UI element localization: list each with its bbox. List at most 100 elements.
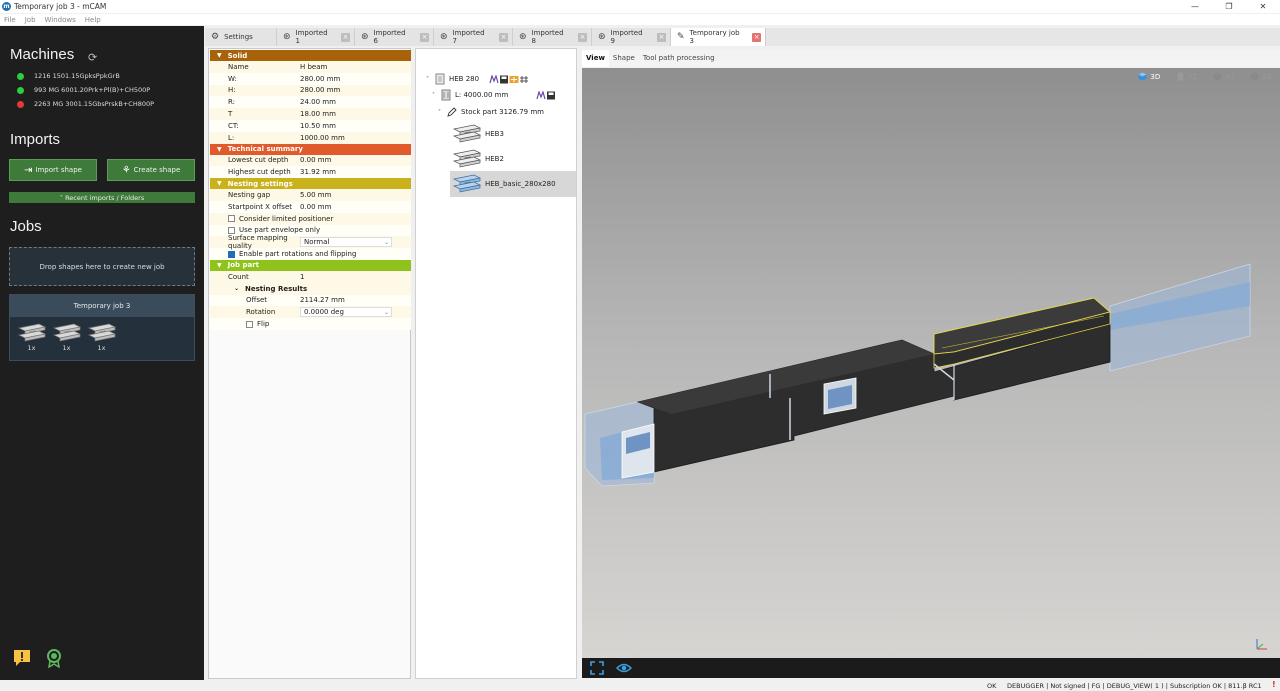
group-title: Solid	[227, 51, 248, 60]
group-nesting-settings[interactable]: ▼ Nesting settings	[210, 178, 411, 190]
recent-imports-button[interactable]: ˅ Recent imports / Folders	[9, 192, 195, 203]
refresh-icon[interactable]: ⟳	[88, 51, 97, 64]
save-icon[interactable]	[546, 91, 556, 100]
prop-key: Highest cut depth	[228, 168, 291, 177]
beam-3d-model[interactable]	[582, 68, 1280, 658]
chevron-down-icon: ˅	[432, 91, 435, 99]
toolpath-icon[interactable]	[489, 74, 499, 84]
nesting-icon[interactable]	[509, 75, 519, 84]
close-tab-icon[interactable]: ×	[578, 32, 587, 42]
eye-visibility-icon[interactable]	[616, 661, 632, 675]
prop-row: Surface mapping quality Normal ⌄	[210, 234, 411, 250]
prop-value[interactable]: 280.00 mm	[300, 86, 411, 94]
prop-key: R:	[228, 98, 236, 107]
tab-settings[interactable]: ⚙ Settings	[205, 28, 277, 46]
tab-imported-9[interactable]: ⊛ Imported 9 ×	[592, 28, 671, 46]
window-controls: — ❐ ✕	[1178, 0, 1280, 13]
create-shape-button[interactable]: ⚘ Create shape	[107, 159, 195, 181]
machine-item[interactable]: 2263 MG 3001.15GbsPrskB+CH800P	[17, 100, 154, 108]
import-shape-button[interactable]: ⇥ Import shape	[9, 159, 97, 181]
menu-help[interactable]: Help	[85, 16, 101, 24]
3d-viewport[interactable]: 3D YZ XY XZ	[582, 68, 1280, 658]
toolpath-icon[interactable]	[536, 90, 546, 100]
rotation-select[interactable]: 0.0000 deg ⌄	[300, 307, 392, 318]
prop-row: CT: 10.50 mm	[210, 119, 411, 132]
feedback-warning-icon[interactable]	[12, 648, 32, 668]
prop-value[interactable]: 10.50 mm	[300, 122, 411, 130]
group-title: Job part	[227, 261, 260, 270]
group-solid[interactable]: ▼ Solid	[210, 50, 411, 61]
tab-imported-6[interactable]: ⊛ Imported 6 ×	[355, 28, 434, 46]
h-beam-icon	[452, 124, 482, 143]
prop-value[interactable]: 24.00 mm	[300, 98, 411, 106]
machine-item[interactable]: 1216 1501.15GpksPpkGrB	[17, 72, 120, 80]
maximize-button[interactable]: ❐	[1212, 0, 1246, 13]
fit-view-icon[interactable]	[590, 661, 604, 675]
group-job-part[interactable]: ▼ Job part	[210, 259, 411, 271]
nesting-gap-field[interactable]: 5.00 mm	[300, 191, 411, 199]
limited-positioner-checkbox[interactable]: Consider limited positioner	[210, 215, 333, 223]
prop-value[interactable]: 18.00 mm	[300, 110, 411, 118]
startpoint-offset-field[interactable]: 0.00 mm	[300, 203, 411, 211]
checkbox-icon	[228, 215, 235, 223]
menu-windows[interactable]: Windows	[45, 16, 76, 24]
prop-value[interactable]: H beam	[300, 63, 411, 71]
tab-view[interactable]: View	[582, 50, 609, 67]
job-part-item[interactable]: 1x	[84, 322, 119, 352]
menu-job[interactable]: Job	[25, 16, 36, 24]
nesting-results-header[interactable]: ⌄ Nesting Results	[210, 282, 411, 295]
tab-label: Imported 1	[295, 29, 328, 45]
group-technical-summary[interactable]: ▼ Technical summary	[210, 143, 411, 155]
tab-tool-path-processing[interactable]: Tool path processing	[639, 50, 719, 67]
tab-imported-7[interactable]: ⊛ Imported 7 ×	[434, 28, 513, 46]
close-tab-icon[interactable]: ×	[499, 32, 508, 42]
prop-row: Startpoint X offset 0.00 mm	[210, 200, 411, 213]
job-card[interactable]: Temporary job 3 1x 1x 1x	[9, 294, 195, 361]
tree-node-stock-part[interactable]: ˅ Stock part 3126.79 mm	[438, 106, 544, 118]
close-tab-icon[interactable]: ×	[752, 32, 761, 42]
tree-part-item-selected[interactable]: HEB_basic_280x280	[450, 171, 576, 197]
job-part-item[interactable]: 1x	[49, 322, 84, 352]
close-tab-icon[interactable]: ×	[341, 32, 350, 42]
close-tab-icon[interactable]: ×	[420, 32, 429, 42]
job-part-item[interactable]: 1x	[14, 322, 49, 352]
error-indicator-icon[interactable]: !	[1272, 680, 1276, 689]
prop-key: Nesting gap	[228, 191, 271, 200]
prop-value: 31.92 mm	[300, 168, 336, 177]
group-title: Nesting settings	[227, 179, 293, 188]
grid-icon[interactable]	[519, 75, 529, 84]
tab-imported-1[interactable]: ⊛ Imported 1 ×	[277, 28, 355, 46]
offset-field[interactable]: 2114.27 mm	[300, 296, 411, 304]
prop-value[interactable]: 280.00 mm	[300, 75, 411, 83]
close-button[interactable]: ✕	[1246, 0, 1280, 13]
count-field[interactable]: 1	[300, 273, 411, 281]
tab-label: Imported 9	[610, 29, 643, 45]
surface-quality-select[interactable]: Normal ⌄	[300, 237, 392, 248]
prop-row: Rotation 0.0000 deg ⌄	[210, 306, 411, 319]
rotations-checkbox[interactable]: Enable part rotations and flipping	[210, 250, 356, 258]
tree-node-length[interactable]: ˅ L: 4000.00 mm	[432, 89, 556, 101]
chevron-down-icon: ˅	[426, 75, 429, 83]
prop-value: 0.00 mm	[300, 156, 332, 165]
prop-value[interactable]: 1000.00 mm	[300, 134, 411, 142]
view-tab-bar: View Shape Tool path processing	[582, 50, 1280, 67]
tab-shape[interactable]: Shape	[609, 50, 639, 67]
save-icon[interactable]	[499, 75, 509, 84]
chevron-down-icon: ˅	[438, 108, 441, 116]
tab-temporary-job-3[interactable]: ✎ Temporary job 3 ×	[671, 28, 766, 46]
minimize-button[interactable]: —	[1178, 0, 1212, 13]
tree-part-item[interactable]: HEB3	[450, 121, 576, 147]
license-badge-icon[interactable]	[44, 648, 64, 668]
flip-checkbox[interactable]: Flip	[210, 320, 269, 328]
menu-file[interactable]: File	[4, 16, 16, 24]
h-beam-icon	[452, 174, 482, 193]
drop-zone[interactable]: Drop shapes here to create new job	[9, 247, 195, 286]
tab-imported-8[interactable]: ⊛ Imported 8 ×	[513, 28, 592, 46]
select-value: 0.0000 deg	[304, 308, 344, 317]
part-envelope-checkbox[interactable]: Use part envelope only	[210, 226, 320, 234]
subgroup-title: Nesting Results	[245, 284, 308, 293]
tree-part-item[interactable]: HEB2	[450, 146, 576, 172]
close-tab-icon[interactable]: ×	[657, 32, 666, 42]
machine-item[interactable]: 993 MG 6001.20Prk+Pl(B)+CH500P	[17, 86, 150, 94]
tree-node-root[interactable]: ˅ HEB 280	[426, 73, 529, 85]
